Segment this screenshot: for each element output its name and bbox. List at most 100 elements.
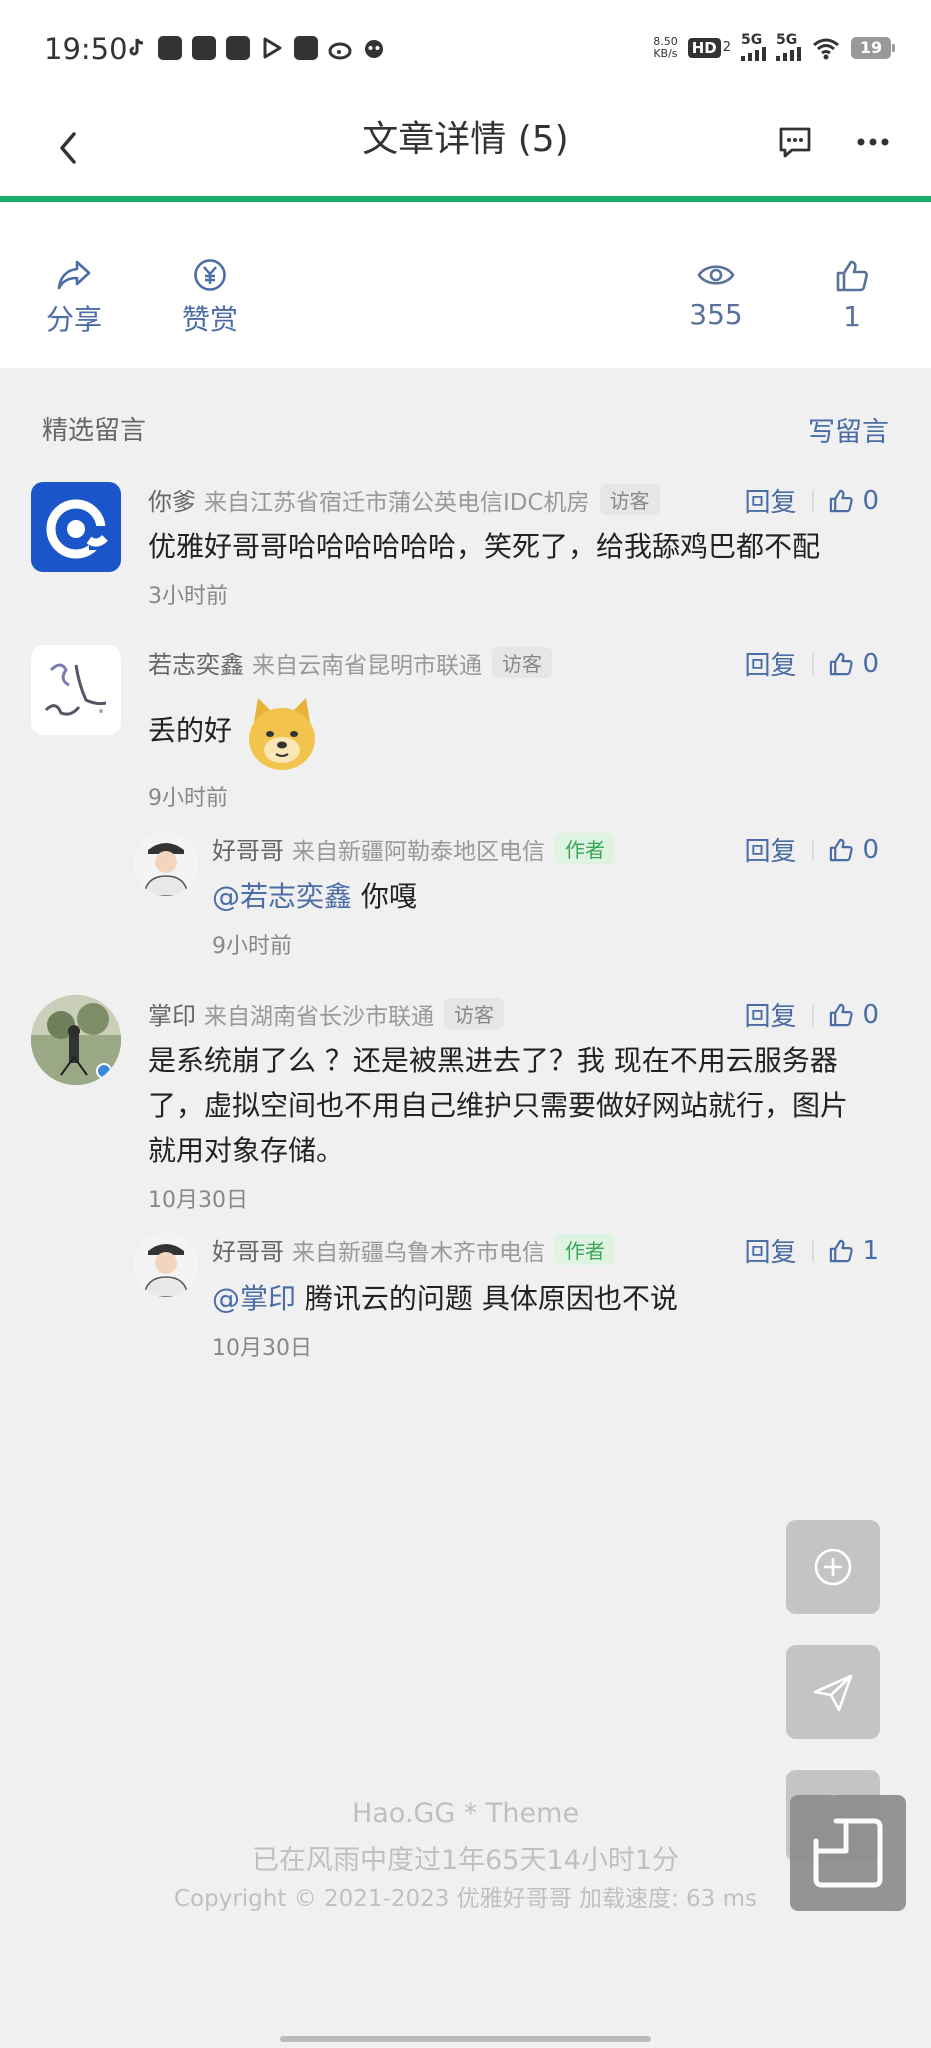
divider (812, 838, 815, 861)
resize-frame-icon (813, 1818, 883, 1888)
app-header: 文章详情 (5) (0, 100, 931, 196)
comment-time: 10月30日 (148, 1188, 248, 1213)
like-button[interactable]: 1 (802, 258, 902, 333)
yuan-coin-icon (194, 259, 226, 291)
divider (812, 1003, 815, 1026)
avatar[interactable] (134, 1233, 198, 1297)
visitor-badge: 访客 (492, 647, 552, 678)
more-button[interactable] (853, 124, 893, 160)
divider (812, 1239, 815, 1262)
avatar[interactable] (134, 832, 198, 896)
divider (812, 489, 815, 512)
reply-body: 腾讯云的问题 具体原因也不说 (304, 1282, 678, 1315)
wifi-icon (813, 38, 839, 59)
weibo-icon (328, 36, 352, 60)
thumbs-up-icon (836, 260, 868, 292)
toutiao-icon (226, 36, 250, 60)
home-indicator[interactable] (280, 2036, 651, 2042)
signal-bars-icon (741, 47, 766, 61)
reply-text: @掌印 腾讯云的问题 具体原因也不说 (212, 1276, 678, 1321)
comment-like-button[interactable]: 1 (828, 1236, 879, 1266)
avatar[interactable] (31, 995, 121, 1085)
comment-ops: 回复 0 (744, 996, 879, 1033)
comment-author[interactable]: 若志奕鑫 (148, 651, 244, 679)
reply-meta: 好哥哥 来自新疆阿勒泰地区电信 作者 (212, 831, 615, 866)
comment-icon (779, 127, 811, 158)
comment-ops: 回复 0 (744, 482, 879, 519)
comment-ops: 回复 0 (744, 645, 879, 682)
cat-icon (362, 36, 386, 60)
divider (812, 652, 815, 675)
share-label: 分享 (45, 303, 102, 336)
signal-1-label: 5G (741, 32, 763, 48)
thumbs-up-icon (830, 1239, 854, 1262)
add-button[interactable] (786, 1520, 880, 1614)
comment-meta: 掌印 来自湖南省长沙市联通 访客 (148, 996, 504, 1031)
signal-1: 5G (741, 32, 766, 61)
comment-text: 优雅好哥哥哈哈哈哈哈哈，笑死了，给我舔鸡巴都不配 (148, 530, 821, 563)
share-button[interactable]: 分享 (24, 258, 124, 338)
comment-like-count: 0 (862, 485, 879, 516)
comment-meta: 你爹 来自江苏省宿迁市蒲公英电信IDC机房 访客 (148, 482, 660, 517)
net-speed-value: 8.50 (653, 34, 678, 48)
play-icon (260, 36, 284, 60)
thumbs-up-icon (830, 838, 854, 861)
avatar[interactable] (31, 482, 121, 572)
sketch-avatar-icon (44, 663, 107, 716)
comment-meta: 若志奕鑫 来自云南省昆明市联通 访客 (148, 645, 552, 680)
comment-text: 是系统崩了么 ？还是被黑进去了？我 现在不用云服务器 了，虚拟空间也不用自己维护… (148, 1038, 888, 1173)
avatar[interactable] (31, 645, 121, 735)
comment-like-button[interactable]: 0 (828, 649, 879, 679)
mail-icon (294, 36, 318, 60)
thumbs-up-icon (830, 489, 854, 512)
thumbs-up-icon (830, 652, 854, 675)
comment-author[interactable]: 你爹 (148, 488, 196, 516)
send-button[interactable] (786, 1645, 880, 1739)
comment-location: 来自湖南省长沙市联通 (204, 1004, 434, 1030)
photo-avatar-icon (31, 995, 121, 1085)
comment-like-button[interactable]: 0 (828, 835, 879, 865)
mention-link[interactable]: @掌印 (212, 1282, 296, 1315)
screenshot-floating-button[interactable] (790, 1795, 906, 1911)
mention-link[interactable]: @若志奕鑫 (212, 880, 352, 913)
cartoon-avatar-icon (134, 1233, 198, 1297)
comment-like-count: 0 (862, 648, 879, 679)
comment-author[interactable]: 掌印 (148, 1002, 196, 1030)
article-actions: 分享 赞赏 355 1 (0, 202, 931, 368)
write-comment-link[interactable]: 写留言 (808, 410, 889, 449)
share-icon (57, 260, 91, 290)
comment-like-count: 0 (862, 834, 879, 865)
reward-button[interactable]: 赞赏 (160, 258, 260, 338)
thumbs-up-icon (830, 1003, 854, 1026)
reply-button[interactable]: 回复 (744, 645, 796, 682)
reply-meta: 好哥哥 来自新疆乌鲁木齐市电信 作者 (212, 1232, 615, 1267)
reply-button[interactable]: 回复 (744, 831, 796, 868)
comment-like-count: 0 (862, 999, 879, 1030)
visitor-badge: 访客 (444, 998, 504, 1029)
net-speed: 8.50 KB/s (653, 34, 678, 60)
reply-author[interactable]: 好哥哥 (212, 1238, 284, 1266)
notification-icons (124, 36, 386, 60)
comment-like-button[interactable]: 0 (828, 486, 879, 516)
cartoon-avatar-icon (134, 832, 198, 896)
more-icon (857, 138, 889, 146)
comment-text-line: 是系统崩了么 ？还是被黑进去了？我 现在不用云服务器 (148, 1044, 838, 1077)
battery-level: 19 (859, 37, 883, 57)
system-indicators: 8.50 KB/s HD 2 5G 5G 19 (653, 32, 895, 61)
visitor-badge: 访客 (599, 484, 660, 515)
reply-body: 你嘎 (360, 880, 417, 913)
reply-button[interactable]: 回复 (744, 1232, 796, 1269)
status-bar: 19:50 8.50 KB/s HD 2 5G 5G 19 (0, 0, 931, 100)
reward-label: 赞赏 (181, 303, 238, 336)
reply-ops: 回复 1 (744, 1232, 879, 1269)
app-square-icon (158, 36, 182, 60)
net-speed-unit: KB/s (653, 46, 678, 60)
app-square-icon-2 (192, 36, 216, 60)
comment-like-button[interactable]: 0 (828, 1000, 879, 1030)
comments-section-title: 精选留言 (42, 416, 147, 446)
doge-emoji-icon (244, 694, 320, 778)
reply-button[interactable]: 回复 (744, 482, 796, 519)
reply-author[interactable]: 好哥哥 (212, 837, 284, 865)
reply-button[interactable]: 回复 (744, 996, 796, 1033)
comment-button[interactable] (777, 124, 813, 160)
